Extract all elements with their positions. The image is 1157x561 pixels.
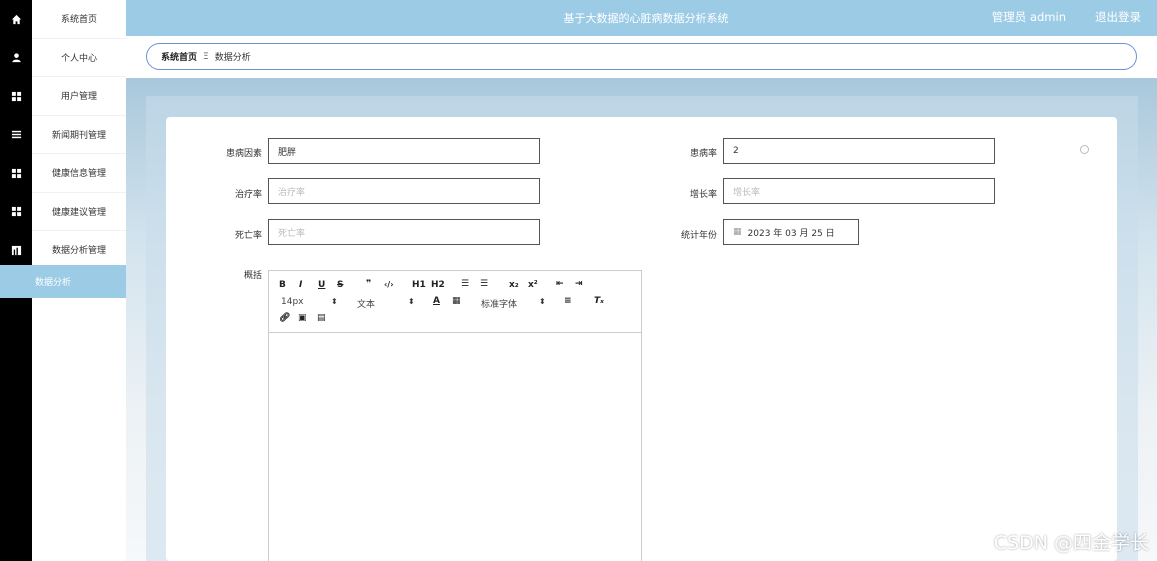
admin-label: 管理员 admin bbox=[991, 10, 1066, 24]
blockquote-icon[interactable]: ❞ bbox=[366, 279, 371, 289]
heading2-icon[interactable]: H2 bbox=[431, 280, 445, 290]
ordered-list-icon[interactable]: ☰ bbox=[461, 279, 469, 289]
cure-label: 治疗率 bbox=[234, 190, 262, 200]
growth-label: 增长率 bbox=[689, 190, 717, 200]
close-icon[interactable] bbox=[1080, 145, 1089, 154]
csdn-watermark: CSDN @四金学长 bbox=[993, 532, 1149, 554]
factor-label: 患病因素 bbox=[225, 149, 262, 159]
death-input[interactable]: 死亡率 bbox=[268, 219, 540, 245]
underline-icon[interactable]: U bbox=[318, 280, 325, 290]
superscript-icon[interactable]: x² bbox=[528, 280, 538, 290]
rate-label: 患病率 bbox=[689, 149, 717, 159]
year-value: 2023 年 03 月 25 日 bbox=[747, 228, 835, 239]
text-style-select[interactable]: 文本 bbox=[357, 297, 375, 310]
font-size-select[interactable]: 14px bbox=[281, 297, 304, 307]
list-icon[interactable] bbox=[0, 116, 32, 155]
strikethrough-icon[interactable]: S bbox=[337, 280, 343, 290]
summary-label: 概括 bbox=[243, 271, 262, 281]
calendar-icon: ▦ bbox=[733, 227, 742, 237]
cure-input[interactable]: 治疗率 bbox=[268, 178, 540, 204]
grid-icon[interactable] bbox=[0, 77, 32, 116]
code-icon[interactable]: ‹/› bbox=[384, 280, 394, 289]
heading1-icon[interactable]: H1 bbox=[412, 280, 426, 290]
subscript-icon[interactable]: x₂ bbox=[509, 280, 519, 290]
align-icon[interactable]: ≡ bbox=[564, 296, 572, 306]
sidebar-item-health-info[interactable]: 健康信息管理 bbox=[32, 154, 126, 193]
bullet-list-icon[interactable]: ☰ bbox=[480, 279, 488, 289]
sidebar: 系统首页 个人中心 用户管理 新闻期刊管理 健康信息管理 健康建议管理 数据分析… bbox=[0, 0, 126, 561]
indent-icon[interactable]: ⇥ bbox=[575, 279, 583, 289]
bold-icon[interactable]: B bbox=[279, 280, 286, 290]
rate-input[interactable]: 2 bbox=[723, 138, 995, 164]
sidebar-subitem-data-analysis[interactable]: 数据分析 bbox=[0, 265, 126, 298]
sidebar-item-data-analysis[interactable]: 数据分析管理 bbox=[32, 231, 126, 270]
home-icon[interactable] bbox=[0, 0, 32, 39]
top-header: 基于大数据的心脏病数据分析系统 管理员 admin 退出登录 bbox=[126, 0, 1157, 36]
breadcrumb-home[interactable]: 系统首页 bbox=[161, 50, 197, 63]
chevron-updown-icon: ⬍ bbox=[539, 297, 546, 306]
link-icon[interactable]: 🔗︎ bbox=[279, 313, 290, 323]
breadcrumb: 系统首页 Ξ 数据分析 bbox=[146, 43, 1137, 70]
sidebar-item-health-advice[interactable]: 健康建议管理 bbox=[32, 193, 126, 231]
sidebar-item-home[interactable]: 系统首页 bbox=[32, 0, 126, 39]
editor-content-area[interactable] bbox=[269, 333, 641, 561]
breadcrumb-current: 数据分析 bbox=[214, 53, 251, 63]
chevron-updown-icon: ⬍ bbox=[331, 297, 338, 306]
sidebar-item-profile[interactable]: 个人中心 bbox=[32, 39, 126, 77]
breadcrumb-bar: 系统首页 Ξ 数据分析 bbox=[126, 36, 1157, 78]
grid-icon[interactable] bbox=[0, 193, 32, 232]
sidebar-item-news[interactable]: 新闻期刊管理 bbox=[32, 116, 126, 154]
highlight-icon[interactable]: ▦ bbox=[452, 296, 461, 306]
death-label: 死亡率 bbox=[234, 231, 262, 241]
factor-input[interactable]: 肥胖 bbox=[268, 138, 540, 164]
outdent-icon[interactable]: ⇤ bbox=[556, 279, 564, 289]
growth-input[interactable]: 增长率 bbox=[723, 178, 995, 204]
editor-toolbar: B I U S ❞ ‹/› H1 H2 ☰ ☰ x₂ x² ⇤ ⇥ 14px ⬍… bbox=[269, 271, 641, 333]
year-date-picker[interactable]: ▦ 2023 年 03 月 25 日 bbox=[723, 219, 859, 245]
rich-text-editor: B I U S ❞ ‹/› H1 H2 ☰ ☰ x₂ x² ⇤ ⇥ 14px ⬍… bbox=[268, 270, 642, 561]
image-icon[interactable]: ▣ bbox=[298, 313, 307, 323]
video-icon[interactable]: ▤ bbox=[317, 313, 326, 323]
italic-icon[interactable]: I bbox=[299, 280, 302, 290]
font-color-icon[interactable]: A bbox=[433, 296, 440, 306]
logout-link[interactable]: 退出登录 bbox=[1095, 9, 1141, 25]
sidebar-item-users[interactable]: 用户管理 bbox=[32, 77, 126, 116]
breadcrumb-separator: Ξ bbox=[203, 51, 209, 62]
clear-format-icon[interactable]: Tₓ bbox=[594, 296, 604, 306]
chevron-updown-icon: ⬍ bbox=[408, 297, 415, 306]
user-icon[interactable] bbox=[0, 39, 32, 78]
year-label: 统计年份 bbox=[680, 231, 717, 241]
grid-icon[interactable] bbox=[0, 154, 32, 193]
font-family-select[interactable]: 标准字体 bbox=[481, 297, 517, 310]
chart-icon[interactable] bbox=[0, 231, 32, 270]
